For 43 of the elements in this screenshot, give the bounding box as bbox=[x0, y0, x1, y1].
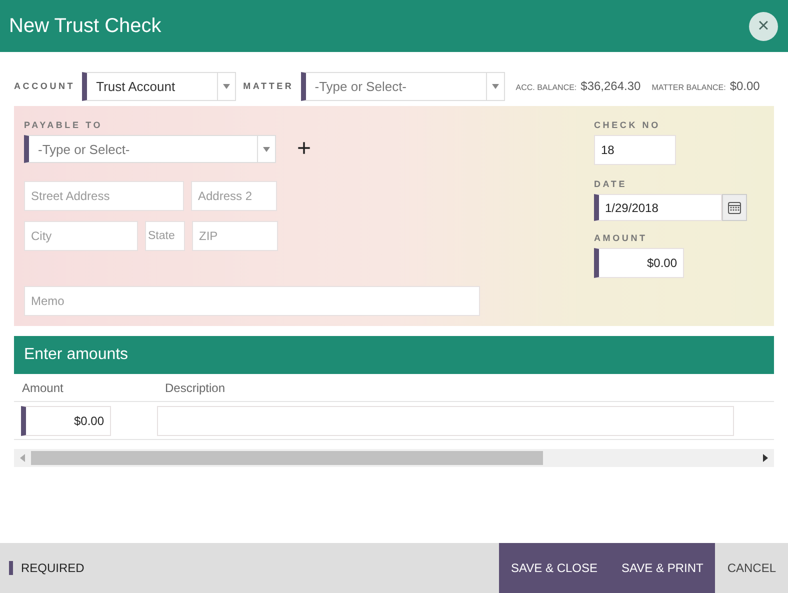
payable-to-label: PAYABLE TO bbox=[24, 120, 104, 130]
close-button[interactable]: × bbox=[749, 12, 778, 40]
column-header: Description bbox=[164, 380, 226, 394]
address-field[interactable]: Address 2 bbox=[191, 181, 277, 211]
window-title: New Trust Check bbox=[9, 14, 162, 38]
caret-icon bbox=[492, 84, 499, 88]
balance-value: $0.00 bbox=[730, 79, 760, 93]
check-no-field[interactable]: 18 bbox=[594, 135, 676, 165]
scrollbar-thumb[interactable] bbox=[31, 451, 543, 465]
address-field[interactable]: City bbox=[24, 221, 138, 251]
date-label: DATE bbox=[594, 179, 628, 189]
amount-label: AMOUNT bbox=[594, 233, 648, 243]
account-select[interactable]: Trust Account bbox=[82, 72, 236, 100]
payable-to-select[interactable]: -Type or Select- bbox=[24, 135, 276, 163]
date-field[interactable]: 1/29/2018 bbox=[594, 194, 722, 221]
address-field[interactable]: ZIP bbox=[192, 221, 278, 251]
amount-field[interactable]: $0.00 bbox=[21, 406, 111, 436]
balance-label: ACC. BALANCE: bbox=[516, 83, 577, 92]
account-label: ACCOUNT bbox=[14, 81, 76, 91]
footer-button[interactable]: SAVE & CLOSE bbox=[499, 543, 610, 593]
horizontal-scrollbar[interactable] bbox=[14, 449, 774, 467]
caret-icon bbox=[223, 84, 230, 88]
scroll-right-icon[interactable] bbox=[763, 454, 768, 462]
balance-value: $36,264.30 bbox=[580, 79, 641, 93]
address-field[interactable]: Street Address bbox=[24, 181, 184, 211]
column-header: Amount bbox=[21, 380, 64, 394]
scroll-left-icon[interactable] bbox=[20, 454, 25, 462]
amount-field[interactable]: $0.00 bbox=[594, 248, 684, 278]
caret-icon bbox=[263, 146, 270, 152]
required-legend: REQUIRED bbox=[9, 561, 84, 575]
calendar-button[interactable] bbox=[722, 194, 747, 221]
section-title: Enter amounts bbox=[24, 346, 128, 364]
balance-label: MATTER BALANCE: bbox=[652, 83, 726, 92]
calendar-icon bbox=[728, 201, 741, 214]
memo-field[interactable]: Memo bbox=[24, 286, 480, 316]
matter-select[interactable]: -Type or Select- bbox=[300, 72, 505, 100]
matter-label: MATTER bbox=[243, 81, 294, 91]
description-field[interactable] bbox=[157, 406, 734, 436]
address-field[interactable]: State bbox=[145, 221, 185, 251]
footer-button[interactable]: SAVE & PRINT bbox=[610, 543, 716, 593]
footer-button[interactable]: CANCEL bbox=[715, 543, 788, 593]
check-no-label: CHECK NO bbox=[594, 120, 662, 130]
add-payee-button[interactable]: + bbox=[297, 137, 312, 161]
